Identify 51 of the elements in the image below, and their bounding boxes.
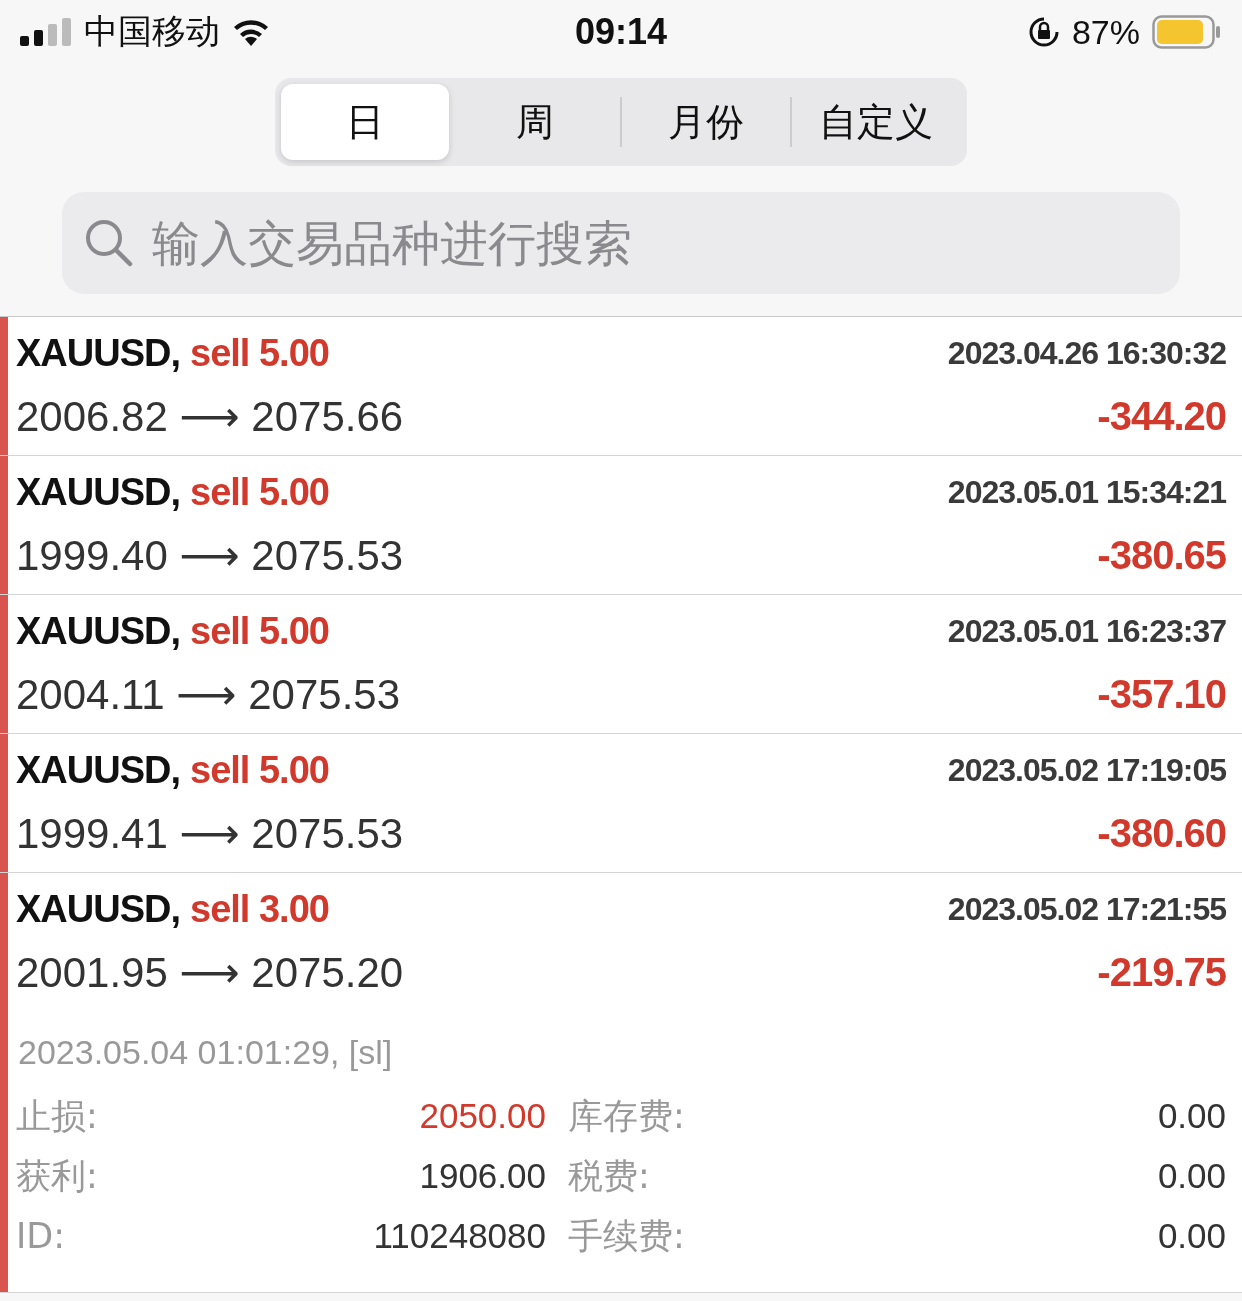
detail-label: 获利: (16, 1154, 99, 1198)
symbol-label: XAUUSD, (16, 609, 181, 653)
close-info: 2023.05.04 01:01:29, [sl] (17, 1032, 394, 1073)
order-type: sell 5.00 (190, 748, 329, 792)
carrier-name: 中国移动 (84, 10, 220, 53)
price-range: 2001.95 ⟶ 2075.20 (16, 947, 404, 997)
detail-label: ID: (16, 1216, 67, 1256)
price-range: 2004.11 ⟶ 2075.53 (16, 669, 401, 719)
order-type: sell 5.00 (190, 609, 329, 653)
trade-time: 2023.04.26 16:30:32 (947, 334, 1226, 372)
price-range: 2006.82 ⟶ 2075.66 (16, 391, 404, 441)
detail-value: 2050.00 (418, 1096, 546, 1136)
trade-time: 2023.05.02 17:21:55 (947, 890, 1226, 928)
profit-value: -357.10 (1097, 671, 1226, 717)
order-type: sell 5.00 (190, 470, 329, 514)
detail-value: 0.00 (1156, 1096, 1226, 1136)
clock: 09:14 (574, 11, 668, 53)
profit-value: -344.20 (1097, 393, 1226, 439)
detail-label: 止损: (16, 1094, 99, 1138)
period-tab[interactable]: 日 (280, 84, 449, 160)
detail-value: 1906.00 (418, 1156, 546, 1196)
order-type: sell 5.00 (190, 331, 329, 375)
order-type: sell 3.00 (190, 887, 329, 931)
battery-percent: 87% (1071, 12, 1140, 52)
signal-icon (20, 18, 72, 46)
symbol-label: XAUUSD, (16, 331, 181, 375)
detail-label: 库存费: (567, 1094, 686, 1138)
detail-label: 税费: (567, 1154, 651, 1198)
detail-value: 110248080 (372, 1216, 546, 1256)
price-range: 1999.40 ⟶ 2075.53 (16, 530, 404, 580)
symbol-label: XAUUSD, (16, 887, 181, 931)
detail-label: 手续费: (567, 1214, 686, 1258)
search-icon (84, 218, 134, 268)
period-tab[interactable]: 自定义 (792, 84, 961, 160)
symbol-label: XAUUSD, (16, 748, 181, 792)
profit-value: -380.65 (1097, 532, 1226, 578)
symbol-label: XAUUSD, (16, 470, 181, 514)
profit-value: -380.60 (1097, 810, 1226, 856)
detail-value: 0.00 (1156, 1216, 1226, 1256)
profit-value: -219.75 (1097, 949, 1226, 995)
trade-time: 2023.05.01 16:23:37 (947, 612, 1226, 650)
period-tab[interactable]: 周 (451, 84, 620, 160)
search-field[interactable]: 输入交易品种进行搜索 (62, 192, 1180, 294)
price-range: 1999.41 ⟶ 2075.53 (16, 808, 404, 858)
rotation-lock-icon (1027, 16, 1060, 48)
battery-icon (1152, 15, 1222, 49)
period-tab[interactable]: 月份 (621, 84, 790, 160)
wifi-icon (232, 18, 270, 46)
trade-time: 2023.05.01 15:34:21 (947, 473, 1226, 511)
detail-value: 0.00 (1156, 1156, 1226, 1196)
trade-time: 2023.05.02 17:19:05 (947, 751, 1226, 789)
